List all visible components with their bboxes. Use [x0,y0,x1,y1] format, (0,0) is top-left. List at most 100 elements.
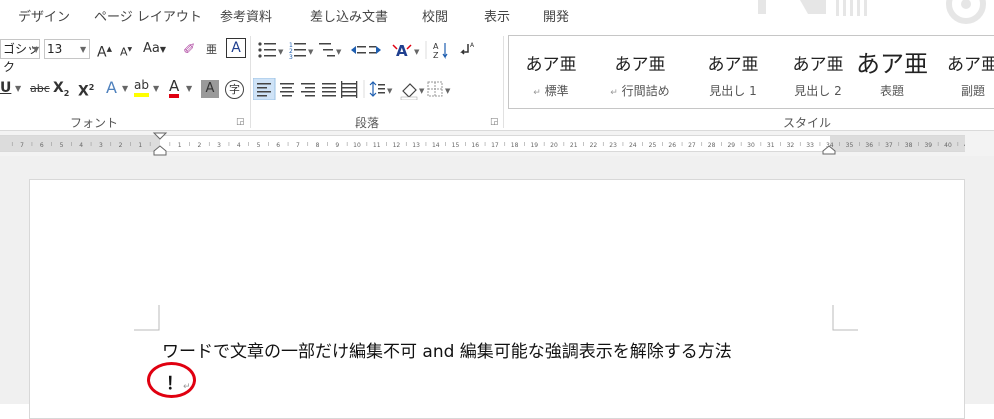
underline-dropdown-icon[interactable]: ▼ [15,84,21,93]
asian-layout-icon[interactable]: A [392,42,412,60]
ruler-number: 33 [806,142,814,149]
ruler-number: 5 [257,142,261,149]
line-spacing-dropdown-icon[interactable]: ▼ [387,87,393,95]
borders-dropdown-icon[interactable]: ▼ [445,87,451,95]
horizontal-ruler[interactable]: 7 6 5 4 3 2 1 1 2 3 4 5 6 7 8 9 10 11 12 13 14 15 16 17 18 19 20 21… [0,131,994,156]
ruler-number: 30 [747,142,755,149]
ruler-number: 28 [708,142,716,149]
font-color-dropdown-icon[interactable]: ▼ [186,84,192,93]
ruler-number: 16 [471,142,479,149]
ruler-number: 19 [530,142,538,149]
margin-corner-marker [134,305,160,331]
style-item-standard[interactable]: あア亜 ↵ 標準 [511,36,591,108]
ruler-number: 18 [511,142,519,149]
style-name: 副題 [961,84,986,98]
ruler-number: 6 [276,142,280,149]
line-spacing-icon[interactable] [369,81,385,97]
shrink-font-icon[interactable]: A▼ [120,40,132,63]
increase-indent-icon[interactable] [369,46,381,54]
paragraph-group-label: 段落 [355,116,380,130]
decrease-indent-icon[interactable] [351,46,366,54]
style-item-heading1[interactable]: あア亜 見出し 1 [693,36,773,108]
ruler-number: 8 [316,142,320,149]
style-item-subtitle[interactable]: あア亜 副題 [941,36,994,108]
borders-icon[interactable] [427,81,443,97]
indent-markers[interactable] [152,132,168,156]
right-indent-marker[interactable] [822,145,836,155]
distributed-icon[interactable] [341,81,358,98]
paragraph-dialog-launcher-icon[interactable]: ◲ [490,117,499,127]
ruler-number: 14 [432,142,440,149]
sort-icon[interactable]: AZ [433,42,448,60]
font-size-dropdown-icon[interactable]: ▼ [80,45,86,54]
enclose-char-icon[interactable]: 字 [225,80,244,99]
subscript-button[interactable]: X2 [53,78,69,104]
align-center-icon[interactable] [280,83,294,97]
ruler-number: 32 [787,142,795,149]
justify-icon[interactable] [322,83,336,97]
highlight-dropdown-icon[interactable]: ▼ [153,84,159,93]
grow-font-icon[interactable]: A▲ [97,39,112,63]
text-effect-dropdown-icon[interactable]: ▼ [122,84,128,93]
para-mark-icon: ↵ [533,88,541,98]
ruler-number: 31 [767,142,775,149]
style-item-heading2[interactable]: あア亜 見出し 2 [778,36,858,108]
title-bar-decoration [758,0,986,24]
ruler-number: 20 [550,142,558,149]
bullets-dropdown-icon[interactable]: ▼ [278,48,284,56]
superscript-button[interactable]: X2 [78,78,94,102]
font-color-icon[interactable]: A [169,78,180,98]
char-shading-icon[interactable]: A [201,80,219,98]
ruler-strip: 7 6 5 4 3 2 1 1 2 3 4 5 6 7 8 9 10 11 12 13 14 15 16 17 18 19 20 21… [0,135,965,152]
numbering-icon[interactable]: 123 [289,42,306,60]
style-preview: あア亜 [856,50,928,78]
ruler-number: 11 [373,142,381,149]
style-item-no-spacing[interactable]: あア亜 ↵ 行間詰め [595,36,685,108]
ruler-number: 17 [491,142,499,149]
ribbon: ゴシック ▼ 13 ▼ A▲ A▼ Aa▼ ✐ 亜 A U ▼ abc X2 X… [0,30,994,131]
document-heading[interactable]: ワードで文章の一部だけ編集不可 and 編集可能な強調表示を解除する方法 [162,337,732,362]
ruler-number: 29 [727,142,735,149]
ruler-number: 3 [99,142,103,149]
svg-text:A: A [396,42,408,60]
ruler-number: 13 [412,142,420,149]
numbering-dropdown-icon[interactable]: ▼ [308,48,314,56]
menu-tab-bar: デザイン ページ レイアウト 参考資料 差し込み文書 校閲 表示 開発 [0,0,994,30]
ruler-number: 39 [924,142,932,149]
font-name-dropdown-icon[interactable]: ▼ [33,45,39,54]
ruler-number: 5 [60,142,64,149]
ruler-number: 25 [649,142,657,149]
ruler-number: 1 [138,142,142,149]
ruler-number: 40 [944,142,952,149]
font-dialog-launcher-icon[interactable]: ◲ [236,117,245,127]
multilevel-list-icon[interactable] [319,43,335,57]
align-left-icon[interactable] [253,78,276,100]
style-item-title[interactable]: あア亜 表題 [847,36,937,108]
underline-button[interactable]: U [0,78,11,98]
bullets-icon[interactable] [258,42,276,58]
ruler-number: 27 [688,142,696,149]
ruler-number: 26 [668,142,676,149]
align-right-icon[interactable] [301,83,315,97]
paragraph-row2: ▼ ▼ ▼ [253,78,451,100]
multilevel-dropdown-icon[interactable]: ▼ [336,48,342,56]
ruler-number: 37 [885,142,893,149]
ruler-number: 7 [296,142,300,149]
highlight-icon[interactable]: ab [134,78,149,97]
change-case-button[interactable]: Aa▼ [143,39,166,60]
font-size-value: 13 [47,42,63,56]
clear-format-icon[interactable]: ✐ [183,39,196,59]
show-marks-icon[interactable]: A [460,42,475,55]
char-border-icon[interactable]: A [226,38,246,58]
ruler-number: 2 [119,142,123,149]
text-effect-icon[interactable]: A [106,78,117,98]
asian-layout-dropdown-icon[interactable]: ▼ [414,48,420,56]
svg-text:A: A [433,42,439,51]
ruby-icon[interactable]: 亜 [206,40,217,60]
ruler-number: 21 [570,142,578,149]
style-name: 見出し 2 [794,84,842,98]
style-name: 見出し 1 [709,84,757,98]
shading-icon[interactable] [400,83,418,100]
shading-dropdown-icon[interactable]: ▼ [419,87,425,95]
strikethrough-button[interactable]: abc [30,79,50,99]
